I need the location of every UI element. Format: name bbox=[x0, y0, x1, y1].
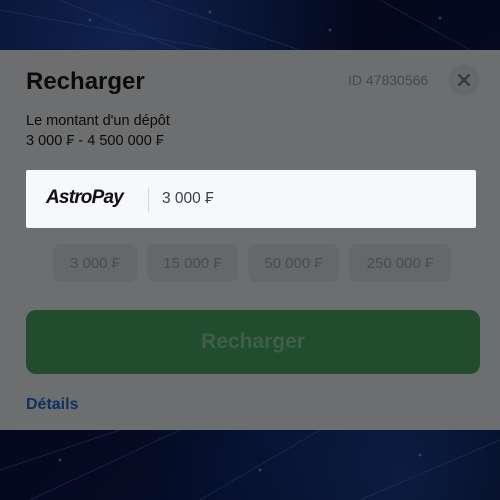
quick-amount-chip[interactable]: 15 000 ₣ bbox=[147, 244, 238, 282]
amount-range: 3 000 ₣ - 4 500 000 ₣ bbox=[26, 133, 164, 149]
details-link[interactable]: Détails bbox=[26, 396, 78, 414]
close-icon bbox=[458, 74, 470, 86]
amount-input-box[interactable]: AstroPay bbox=[26, 170, 476, 228]
quick-amount-chip[interactable]: 250 000 ₣ bbox=[349, 244, 451, 282]
modal-title: Recharger bbox=[26, 68, 145, 95]
amount-label: Le montant d'un dépôt bbox=[26, 113, 170, 129]
quick-amount-chip[interactable]: 50 000 ₣ bbox=[248, 244, 339, 282]
quick-amount-chip[interactable]: 3 000 ₣ bbox=[53, 244, 137, 282]
close-button[interactable] bbox=[448, 64, 480, 96]
quick-amounts: 3 000 ₣ 15 000 ₣ 50 000 ₣ 250 000 ₣ bbox=[0, 244, 500, 282]
astropay-logo: AstroPay bbox=[46, 187, 124, 208]
amount-input[interactable] bbox=[162, 186, 442, 212]
submit-button[interactable]: Recharger bbox=[26, 310, 480, 374]
input-divider bbox=[148, 188, 149, 212]
order-id: ID 47830566 bbox=[348, 72, 429, 88]
